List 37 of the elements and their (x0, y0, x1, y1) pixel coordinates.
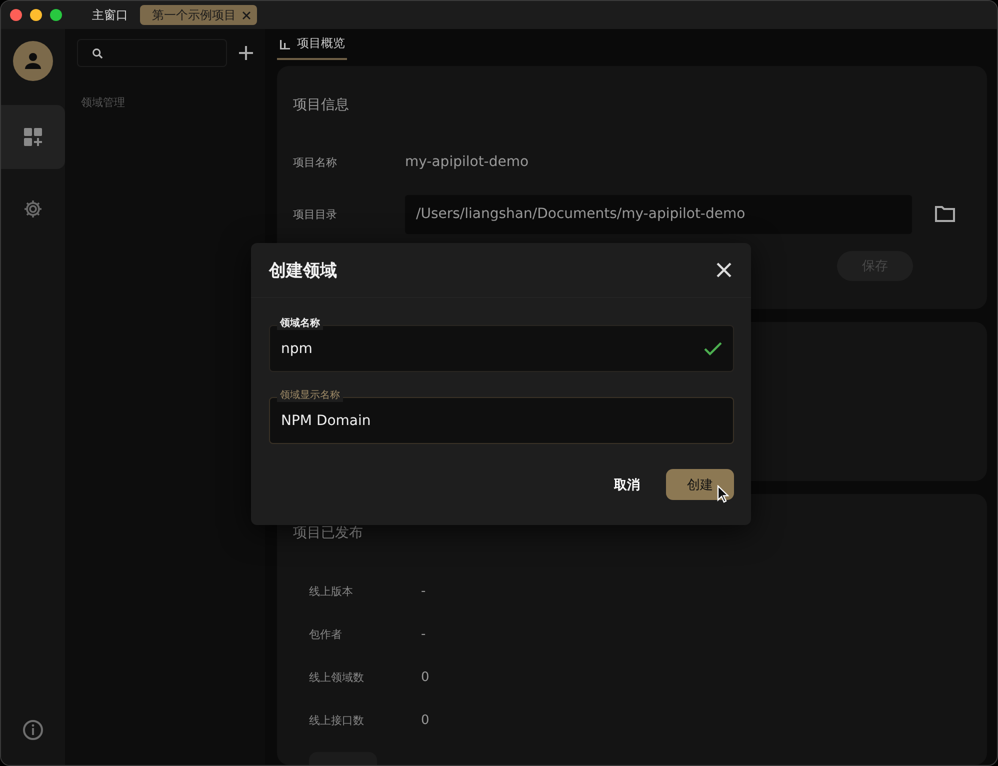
field-label: 领域名称 (277, 318, 323, 330)
search-field[interactable] (77, 39, 227, 67)
avatar[interactable] (13, 41, 53, 81)
section-label: 领域管理 (81, 95, 126, 110)
add-icon[interactable] (239, 46, 253, 60)
stat-value: - (421, 584, 426, 600)
field-label: 项目目录 (293, 206, 338, 222)
minimize-window-button[interactable] (30, 9, 42, 21)
dashboard-add-button[interactable] (1, 105, 65, 169)
folder-icon[interactable] (934, 205, 956, 223)
project-name: my-apipilot-demo (405, 154, 529, 170)
stat-label: 线上领域数 (309, 670, 365, 686)
check-icon (704, 342, 722, 356)
cursor-icon (717, 485, 729, 503)
card-title: 项目信息 (293, 96, 350, 114)
field-label: 项目名称 (293, 154, 338, 170)
stat-label: 包作者 (309, 627, 343, 642)
window-tab[interactable]: 主窗口 (86, 5, 134, 25)
grid-plus-icon (23, 127, 43, 147)
close-window-button[interactable] (10, 9, 22, 21)
cancel-button[interactable]: 取消 (614, 476, 640, 494)
stat-value: 0 (421, 670, 430, 686)
info-icon[interactable] (22, 719, 44, 741)
search-icon (92, 48, 103, 58)
field-label: 领域显示名称 (277, 390, 343, 402)
dialog-title: 创建领域 (269, 260, 337, 282)
bar-chart-icon (279, 38, 291, 50)
card-title: 项目已发布 (293, 524, 364, 542)
create-button[interactable]: 创建 (666, 469, 734, 500)
overview-tab[interactable]: 项目概览 (277, 29, 347, 60)
stat-value: - (421, 627, 426, 642)
stat-value: 0 (421, 713, 430, 728)
settings-icon (23, 199, 43, 219)
stat-label: 线上接口数 (309, 713, 365, 728)
directory-field[interactable]: /Users/liangshan/Documents/my-apipilot-demo (405, 194, 912, 234)
zoom-window-button[interactable] (50, 9, 62, 21)
stat-label: 线上版本 (309, 584, 354, 600)
